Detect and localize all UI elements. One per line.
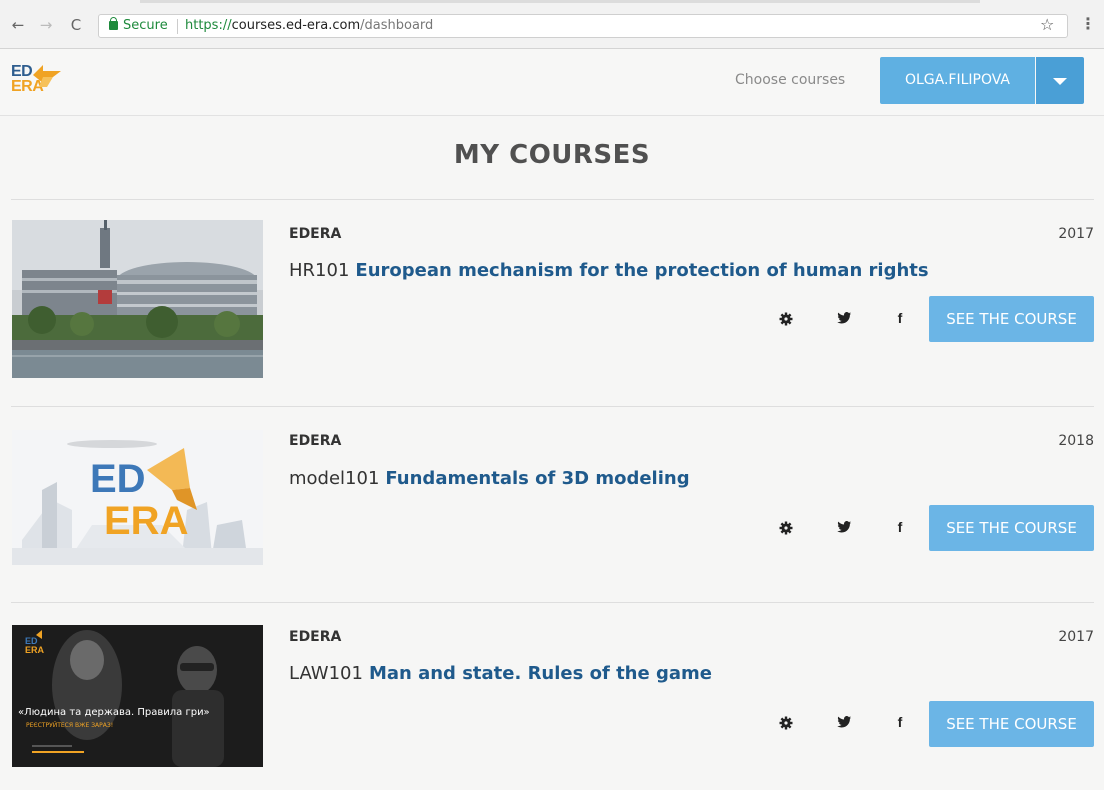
course-year: 2018 [1058, 433, 1094, 449]
court-building-image [12, 220, 263, 378]
course-card-model101: ED ERA EDERA 2018 model101 Fundamentals o… [0, 430, 1104, 590]
gear-icon[interactable] [778, 716, 794, 732]
twitter-icon[interactable] [836, 521, 852, 537]
divider [11, 406, 1094, 407]
thumb-subtitle: РЕЄСТРУЙТЕСЯ ВЖЕ ЗАРАЗ! [26, 722, 113, 729]
course-name-link[interactable]: European mechanism for the protection of… [355, 260, 928, 281]
course-year: 2017 [1058, 629, 1094, 645]
course-title[interactable]: model101 Fundamentals of 3D modeling [289, 468, 690, 489]
course-thumbnail-man-and-state[interactable]: ED ERA «Людина та держава. Правила гри» … [12, 625, 263, 767]
see-the-course-button[interactable]: SEE THE COURSE [929, 296, 1094, 342]
star-icon[interactable]: ☆ [1040, 15, 1054, 34]
course-thumbnail-3d-modeling[interactable]: ED ERA [12, 430, 263, 565]
course-card-law101: ED ERA «Людина та держава. Правила гри» … [0, 625, 1104, 785]
gear-icon[interactable] [778, 521, 794, 537]
edera-logo[interactable]: ED ERA [11, 64, 63, 104]
gear-icon[interactable] [778, 312, 794, 328]
user-dropdown-toggle[interactable] [1036, 57, 1084, 104]
twitter-icon[interactable] [836, 312, 852, 328]
facebook-icon[interactable]: f [892, 714, 908, 730]
site-header: ED ERA Choose courses OLGA.FILIPOVA [0, 49, 1104, 116]
course-card-hr101: EDERA 2017 HR101 European mechanism for t… [0, 220, 1104, 380]
back-arrow-icon[interactable]: ← [10, 17, 26, 33]
course-number: model101 [289, 468, 380, 489]
kebab-menu-icon[interactable]: ⋮ [1080, 14, 1096, 33]
course-year: 2017 [1058, 226, 1094, 242]
browser-chrome: ← → C Secure https://courses.ed-era.com/… [0, 0, 1104, 49]
address-bar[interactable]: Secure https://courses.ed-era.com/dashbo… [98, 14, 1068, 38]
url-path: /dashboard [360, 18, 434, 33]
course-title[interactable]: HR101 European mechanism for the protecti… [289, 260, 929, 281]
url-host: courses.ed-era.com [231, 18, 361, 33]
divider [11, 199, 1094, 200]
user-menu-button[interactable]: OLGA.FILIPOVA [880, 57, 1035, 104]
course-name-link[interactable]: Fundamentals of 3D modeling [385, 468, 689, 489]
course-title[interactable]: LAW101 Man and state. Rules of the game [289, 663, 712, 684]
course-number: HR101 [289, 260, 350, 281]
lock-icon [109, 17, 118, 30]
see-the-course-button[interactable]: SEE THE COURSE [929, 505, 1094, 551]
course-name-link[interactable]: Man and state. Rules of the game [369, 663, 712, 684]
facebook-icon[interactable]: f [892, 310, 908, 326]
see-the-course-button[interactable]: SEE THE COURSE [929, 701, 1094, 747]
course-thumbnail-human-rights-building[interactable] [12, 220, 263, 378]
logo-arrow-icon [33, 65, 61, 87]
course-org: EDERA [289, 629, 342, 645]
course-org: EDERA [289, 226, 342, 242]
secure-label: Secure [123, 18, 168, 33]
course-org: EDERA [289, 433, 342, 449]
thumb-logo-era: ERA [25, 645, 45, 655]
facebook-icon[interactable]: f [892, 519, 908, 535]
course-number: LAW101 [289, 663, 363, 684]
url-text: https://courses.ed-era.com/dashboard [185, 15, 433, 37]
thumb-title: «Людина та держава. Правила гри» [18, 707, 210, 718]
choose-courses-link[interactable]: Choose courses [735, 72, 845, 88]
address-separator [177, 19, 178, 34]
url-scheme: https:// [185, 18, 232, 33]
divider [11, 602, 1094, 603]
reload-icon[interactable]: C [68, 17, 84, 33]
edera-3d-city-image: ED ERA [12, 430, 263, 565]
twitter-icon[interactable] [836, 716, 852, 732]
page-title: MY COURSES [453, 140, 651, 170]
man-and-state-promo-image: ED ERA «Людина та держава. Правила гри» … [12, 625, 263, 767]
tab-strip-line [140, 0, 980, 3]
thumb-logo-era: ERA [104, 499, 188, 543]
thumb-logo-ed: ED [90, 457, 146, 501]
forward-arrow-icon[interactable]: → [38, 17, 54, 33]
